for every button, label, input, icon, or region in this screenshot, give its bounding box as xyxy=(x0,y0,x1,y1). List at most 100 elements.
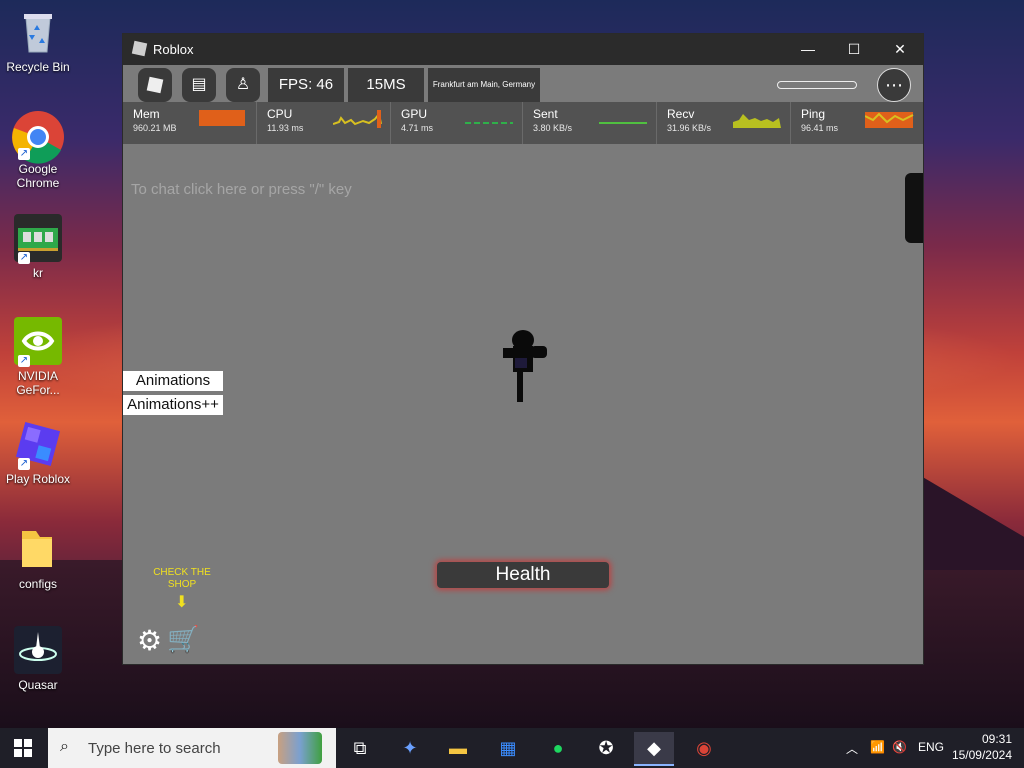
spotify-button[interactable]: ● xyxy=(538,732,578,764)
menu-slider[interactable] xyxy=(777,81,857,89)
desktop-icon-kr[interactable]: ↗ kr xyxy=(4,214,72,280)
minimize-button[interactable]: — xyxy=(785,34,831,65)
more-options-button[interactable]: ⋯ xyxy=(877,68,911,102)
shortcut-arrow-icon: ↗ xyxy=(18,252,30,264)
shop-hint: CHECK THE SHOP xyxy=(153,567,211,590)
cart-icon[interactable]: 🛒 xyxy=(167,624,199,655)
task-view-button[interactable]: ⧉ xyxy=(340,732,380,764)
health-bar: Health xyxy=(437,562,609,588)
roblox-menu-button[interactable] xyxy=(138,68,172,102)
windows-logo-icon xyxy=(24,749,32,757)
memory-chip-icon: ↗ xyxy=(14,214,62,264)
stat-value: 960.21 MB xyxy=(133,123,177,133)
animations-button[interactable]: Animations xyxy=(123,371,223,391)
server-location: Frankfurt am Main, Germany xyxy=(428,68,540,102)
desktop-icon-quasar[interactable]: Quasar xyxy=(4,626,72,692)
stat-label: CPU xyxy=(267,107,293,121)
search-highlight-icon xyxy=(278,732,322,764)
wifi-icon[interactable]: 📶 xyxy=(870,740,885,754)
chrome-icon: ◉ xyxy=(696,738,712,758)
stat-sent[interactable]: Sent 3.80 KB/s xyxy=(523,102,657,144)
copilot-button[interactable]: ✦ xyxy=(390,732,430,764)
language-indicator[interactable]: ENG xyxy=(918,740,944,754)
desktop-icon-label: NVIDIA GeFor... xyxy=(16,369,60,397)
stat-mem[interactable]: Mem 960.21 MB xyxy=(123,102,257,144)
game-topbar: ▤ ♙ FPS: 46 15MS Frankfurt am Main, Germ… xyxy=(129,68,917,102)
nvidia-icon: ↗ xyxy=(14,317,62,367)
star-circle-icon: ✪ xyxy=(598,738,614,758)
tray-overflow-icon[interactable]: ︿ xyxy=(846,740,858,757)
gear-icon[interactable]: ⚙ xyxy=(137,624,162,657)
stat-cpu[interactable]: CPU 11.93 ms xyxy=(257,102,391,144)
stat-label: Ping xyxy=(801,107,826,121)
stat-value: 3.80 KB/s xyxy=(533,123,573,133)
file-explorer-button[interactable]: ▬ xyxy=(438,732,478,764)
window-title: Roblox xyxy=(153,42,194,57)
maximize-button[interactable]: ☐ xyxy=(831,34,877,65)
desktop-icon-label: Recycle Bin xyxy=(6,60,70,74)
store-icon: ▦ xyxy=(499,738,517,758)
clock-time: 09:31 xyxy=(981,732,1012,746)
avatar-button[interactable]: ♙ xyxy=(226,68,260,102)
stat-recv[interactable]: Recv 31.96 KB/s xyxy=(657,102,791,144)
roblox-logo-icon: ◆ xyxy=(647,738,661,758)
chat-hint[interactable]: To chat click here or press "/" key xyxy=(131,181,352,198)
start-button[interactable] xyxy=(14,739,32,757)
gpu-graph xyxy=(465,122,513,124)
desktop-icon-recycle-bin[interactable]: Recycle Bin xyxy=(4,8,72,74)
arrow-down-icon: ⬇ xyxy=(175,594,189,611)
sent-graph xyxy=(599,122,647,124)
avatar-icon: ♙ xyxy=(235,76,251,93)
roblox-logo-icon xyxy=(146,76,164,94)
stat-ping[interactable]: Ping 96.41 ms xyxy=(791,102,923,144)
desktop-icon-label: Quasar xyxy=(18,678,58,692)
stat-value: 4.71 ms xyxy=(401,123,434,133)
desktop-icon-label: configs xyxy=(18,577,58,591)
close-button[interactable]: ✕ xyxy=(877,34,923,65)
desktop-icon-configs[interactable]: configs xyxy=(4,525,72,591)
roblox-studio-icon: ↗ xyxy=(14,420,62,470)
chat-button[interactable]: ▤ xyxy=(182,68,216,102)
desktop-icon-label: Google Chrome xyxy=(16,162,60,190)
desktop-icon-label: Play Roblox xyxy=(5,472,71,486)
roblox-window: Roblox — ☐ ✕ ▤ ♙ FPS: 46 15MS Frankfurt … xyxy=(123,34,923,664)
clock-date: 15/09/2024 xyxy=(951,748,1012,762)
clock[interactable]: 09:31 15/09/2024 xyxy=(952,731,1012,763)
performance-stats-bar: Mem 960.21 MB CPU 11.93 ms GPU 4.71 ms S… xyxy=(123,102,923,198)
recv-graph xyxy=(733,114,781,128)
folder-icon xyxy=(14,525,62,573)
window-titlebar[interactable]: Roblox — ☐ ✕ xyxy=(123,34,923,65)
microsoft-store-button[interactable]: ▦ xyxy=(488,732,528,764)
stat-label: Sent xyxy=(533,107,558,121)
animations-plus-button[interactable]: Animations++ xyxy=(123,395,223,415)
desktop-icon-play-roblox[interactable]: ↗ Play Roblox xyxy=(4,420,72,486)
stat-value: 31.96 KB/s xyxy=(667,123,712,133)
shortcut-arrow-icon: ↗ xyxy=(18,148,30,160)
desktop-icon-nvidia[interactable]: ↗ NVIDIA GeFor... xyxy=(4,317,72,397)
stat-gpu[interactable]: GPU 4.71 ms xyxy=(391,102,523,144)
gaming-app-button[interactable]: ✪ xyxy=(586,732,626,764)
roblox-taskbar-button[interactable]: ◆ xyxy=(634,732,674,766)
chrome-icon: ↗ xyxy=(12,110,64,164)
windows-logo-icon xyxy=(24,739,32,747)
spotify-icon: ● xyxy=(552,738,564,758)
stat-label: Mem xyxy=(133,107,160,121)
latency-counter: 15MS xyxy=(348,68,424,102)
chat-bubble-icon: ▤ xyxy=(191,76,207,93)
stat-label: Recv xyxy=(667,107,695,121)
shortcut-arrow-icon: ↗ xyxy=(18,458,30,470)
windows-logo-icon xyxy=(14,749,22,757)
volume-mute-icon[interactable]: 🔇 xyxy=(892,740,907,754)
roblox-logo-icon xyxy=(131,40,148,57)
ellipsis-icon: ⋯ xyxy=(885,75,903,95)
search-placeholder: Type here to search xyxy=(88,740,221,757)
chrome-taskbar-button[interactable]: ◉ xyxy=(684,732,724,764)
stat-value: 11.93 ms xyxy=(267,123,304,133)
shortcut-arrow-icon: ↗ xyxy=(18,355,30,367)
folder-icon: ▬ xyxy=(449,738,467,758)
copilot-icon: ✦ xyxy=(402,738,418,758)
desktop-icon-google-chrome[interactable]: ↗ Google Chrome xyxy=(4,110,72,190)
taskbar: ⌕ Type here to search ⧉ ✦ ▬ ▦ ● ✪ ◆ ◉ ︿ … xyxy=(0,728,1024,768)
side-panel-tab[interactable] xyxy=(905,173,923,243)
taskbar-search-box[interactable]: ⌕ Type here to search xyxy=(48,728,336,768)
